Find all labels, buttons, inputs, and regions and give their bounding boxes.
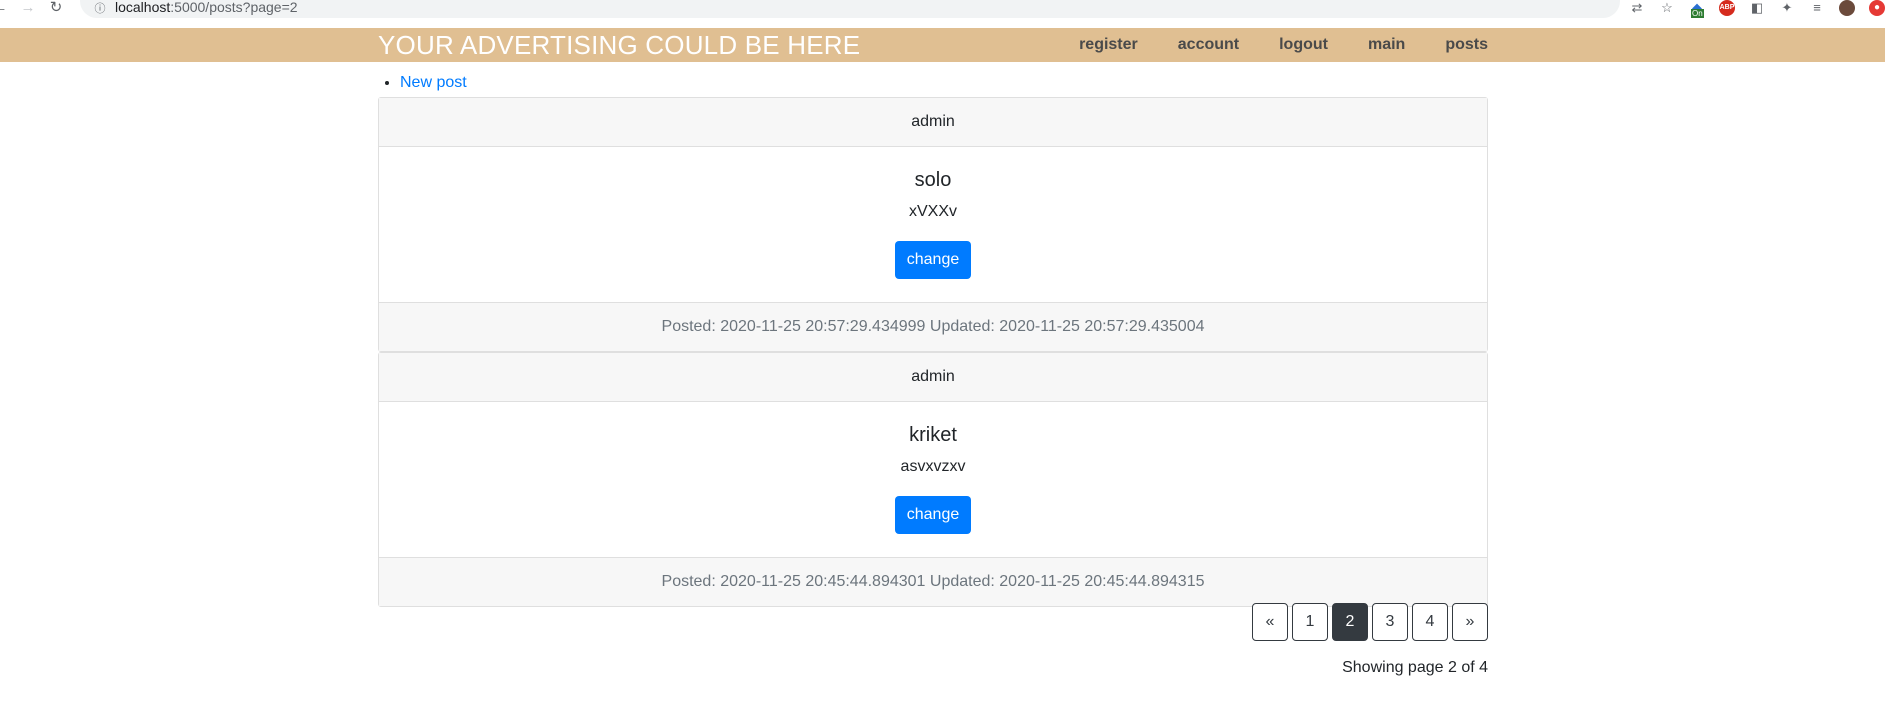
post-body: kriket asvxvzxv change	[379, 402, 1487, 557]
post-timestamps: Posted: 2020-11-25 20:45:44.894301 Updat…	[379, 557, 1487, 606]
translate-icon[interactable]: ⇄	[1629, 0, 1645, 16]
page-2-button[interactable]: 2	[1332, 603, 1368, 641]
prev-page-button[interactable]: «	[1252, 603, 1288, 641]
nav-main-link[interactable]: main	[1368, 28, 1405, 62]
puzzle-icon[interactable]: ✦	[1779, 0, 1795, 16]
page-1-button[interactable]: 1	[1292, 603, 1328, 641]
nav-logout-link[interactable]: logout	[1279, 28, 1328, 62]
post-card: admin kriket asvxvzxv change Posted: 202…	[378, 352, 1488, 607]
post-timestamps: Posted: 2020-11-25 20:57:29.434999 Updat…	[379, 302, 1487, 351]
post-author: admin	[379, 98, 1487, 147]
nav-account-link[interactable]: account	[1178, 28, 1239, 62]
page-3-button[interactable]: 3	[1372, 603, 1408, 641]
page-4-button[interactable]: 4	[1412, 603, 1448, 641]
extension-icon[interactable]: ◧	[1749, 0, 1765, 16]
change-button[interactable]: change	[894, 241, 972, 279]
url-path: :5000/posts?page=2	[170, 0, 298, 15]
browser-extension-icons: ⇄ ☆ ◆ ABP ◧ ✦ ≡ ●	[1629, 0, 1885, 18]
brand-banner: YOUR ADVERTISING COULD BE HERE	[378, 30, 861, 60]
pagination: « 1 2 3 4 »	[1248, 603, 1488, 641]
top-nav: register account logout main posts	[1039, 28, 1488, 62]
profile-avatar[interactable]	[1839, 0, 1855, 16]
post-text: xVXXv	[908, 203, 957, 220]
page-info: Showing page 2 of 4	[1342, 659, 1488, 676]
change-button[interactable]: change	[894, 496, 972, 534]
list-item: New post	[400, 72, 1488, 94]
post-author: admin	[379, 353, 1487, 402]
site-header: YOUR ADVERTISING COULD BE HERE register …	[0, 28, 1885, 62]
extension-on-icon[interactable]: ◆	[1689, 0, 1705, 18]
post-card: admin solo xVXXv change Posted: 2020-11-…	[378, 97, 1488, 352]
browser-toolbar: ← → ↻ ⓘ localhost:5000/posts?page=2 ⇄ ☆ …	[0, 0, 1885, 22]
nav-posts-link[interactable]: posts	[1445, 28, 1488, 62]
main-content: New post admin solo xVXXv change Posted:…	[378, 72, 1488, 676]
post-title: solo	[914, 169, 952, 191]
next-page-button[interactable]: »	[1452, 603, 1488, 641]
adblock-icon[interactable]: ABP	[1719, 0, 1735, 16]
browser-nav: ← → ↻	[0, 0, 70, 16]
media-icon[interactable]: ≡	[1809, 0, 1825, 16]
forward-arrow-icon[interactable]: →	[14, 0, 42, 16]
notification-icon[interactable]: ●	[1869, 0, 1885, 16]
url-text[interactable]: localhost:5000/posts?page=2	[115, 0, 298, 14]
new-post-link[interactable]: New post	[400, 74, 467, 91]
info-icon[interactable]: ⓘ	[92, 0, 108, 16]
post-body: solo xVXXv change	[379, 147, 1487, 302]
back-arrow-icon[interactable]: ←	[0, 0, 14, 16]
post-title: kriket	[909, 424, 957, 446]
url-host: localhost	[115, 0, 171, 15]
address-bar[interactable]	[80, 0, 1620, 18]
reload-icon[interactable]: ↻	[42, 0, 70, 16]
nav-register-link[interactable]: register	[1079, 28, 1138, 62]
star-icon[interactable]: ☆	[1659, 0, 1675, 16]
post-text: asvxvzxv	[900, 458, 966, 475]
actions-list: New post	[378, 72, 1488, 97]
